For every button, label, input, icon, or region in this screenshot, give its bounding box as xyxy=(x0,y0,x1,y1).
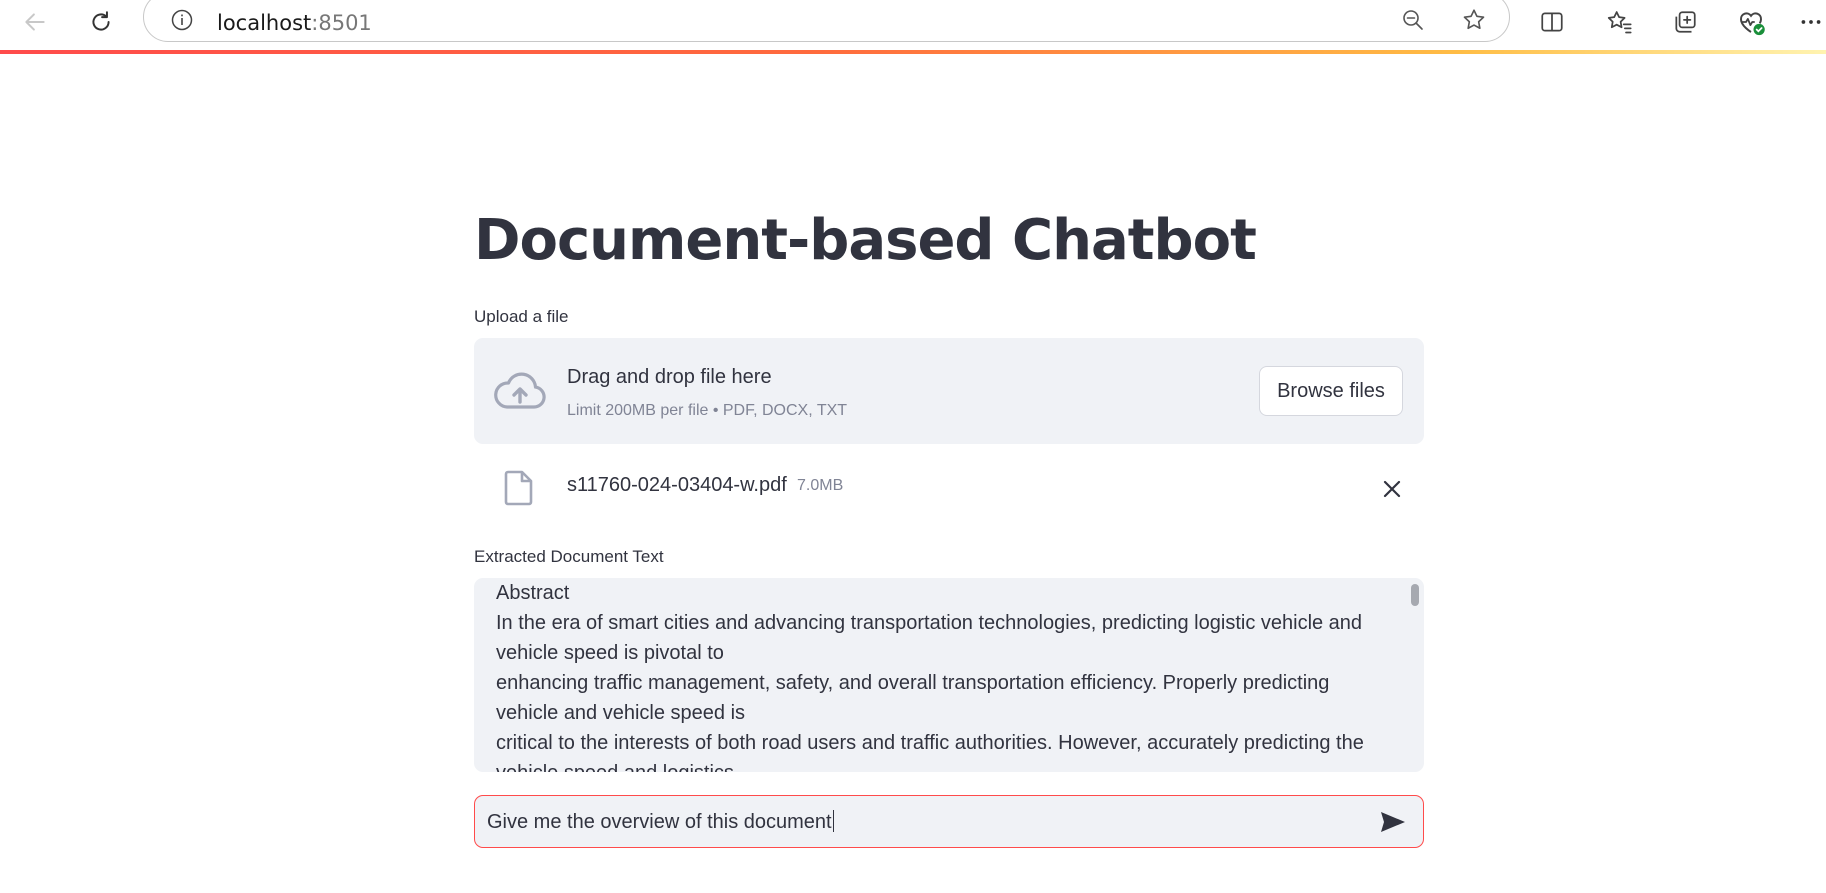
cloud-upload-icon xyxy=(494,371,546,416)
reload-icon[interactable] xyxy=(86,7,116,37)
uploaded-file-row: s11760-024-03404-w.pdf 7.0MB xyxy=(474,466,1424,510)
file-dropzone[interactable]: Drag and drop file here Limit 200MB per … xyxy=(474,338,1424,444)
split-screen-icon[interactable] xyxy=(1537,7,1567,37)
uploader-label: Upload a file xyxy=(474,307,569,326)
chat-input-value: Give me the overview of this document xyxy=(487,810,834,834)
zoom-out-icon[interactable] xyxy=(1401,8,1425,37)
favorite-star-icon[interactable] xyxy=(1461,7,1487,38)
chat-input-text: Give me the overview of this document xyxy=(487,811,832,833)
streamlit-running-bar xyxy=(0,50,1826,54)
browse-files-button[interactable]: Browse files xyxy=(1259,366,1403,416)
url-text[interactable]: localhost:8501 xyxy=(217,11,372,35)
page-title: Document-based Chatbot xyxy=(474,208,1257,273)
uploaded-file-size: 7.0MB xyxy=(797,477,844,494)
site-info-icon[interactable] xyxy=(170,8,194,37)
text-area-scrollbar[interactable] xyxy=(1411,584,1419,606)
more-options-icon[interactable] xyxy=(1796,7,1826,37)
back-icon[interactable] xyxy=(20,7,50,37)
text-caret xyxy=(832,810,834,832)
file-icon xyxy=(504,470,534,511)
uploaded-file-name: s11760-024-03404-w.pdf xyxy=(567,474,787,496)
dropzone-title: Drag and drop file here xyxy=(567,366,772,388)
favorites-icon[interactable] xyxy=(1604,7,1634,37)
address-bar[interactable]: localhost:8501 xyxy=(143,0,1510,42)
dropzone-limits: Limit 200MB per file • PDF, DOCX, TXT xyxy=(567,402,848,419)
url-port: :8501 xyxy=(311,11,372,35)
send-icon[interactable] xyxy=(1379,808,1407,836)
extracted-text-label: Extracted Document Text xyxy=(474,547,664,566)
extracted-text-content: Abstract In the era of smart cities and … xyxy=(496,582,1364,772)
url-host: localhost xyxy=(217,11,312,35)
remove-file-close-icon[interactable] xyxy=(1379,476,1405,502)
browser-toolbar: localhost:8501 xyxy=(0,0,1826,44)
chat-input[interactable]: Give me the overview of this document xyxy=(474,795,1424,848)
browser-essentials-icon[interactable] xyxy=(1736,7,1766,37)
collections-icon[interactable] xyxy=(1670,7,1700,37)
extracted-text-area[interactable]: Abstract In the era of smart cities and … xyxy=(474,578,1424,772)
